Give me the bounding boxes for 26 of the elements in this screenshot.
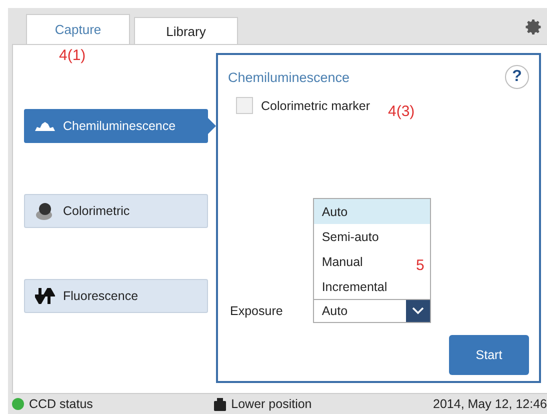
sunrise-icon (35, 121, 55, 131)
panel-title: Chemiluminescence (228, 70, 350, 84)
tab[interactable]: Library (134, 17, 238, 44)
help-button[interactable]: ? (505, 65, 529, 89)
settings-icon[interactable] (525, 18, 543, 36)
blob-icon (35, 202, 55, 220)
chevron-down-icon[interactable] (406, 300, 430, 322)
callout-label: 5 (416, 257, 424, 274)
dropdown-option[interactable]: Auto (314, 199, 430, 224)
position-status: Lower position (231, 397, 312, 411)
exposure-label: Exposure (230, 304, 283, 318)
date-time: 2014, May 12, 12:46 (433, 397, 547, 411)
callout-label: 4(1) (59, 47, 86, 64)
exposure-dropdown[interactable]: Auto (312, 299, 431, 323)
up-down-arrows-icon (35, 288, 55, 304)
camera-icon (214, 398, 226, 410)
mode-button[interactable]: Colorimetric (24, 194, 208, 228)
start-button[interactable]: Start (449, 335, 529, 375)
checkbox-label: Colorimetric marker (261, 98, 370, 112)
mode-button[interactable]: Chemiluminescence (24, 109, 208, 143)
ccd-status: CCD status (29, 397, 93, 411)
tab[interactable]: Capture (26, 14, 130, 44)
callout-label: 4(3) (388, 103, 415, 120)
mode-button[interactable]: Fluorescence (24, 279, 208, 313)
checkbox[interactable] (236, 97, 253, 114)
pointer-arrow (208, 118, 216, 134)
